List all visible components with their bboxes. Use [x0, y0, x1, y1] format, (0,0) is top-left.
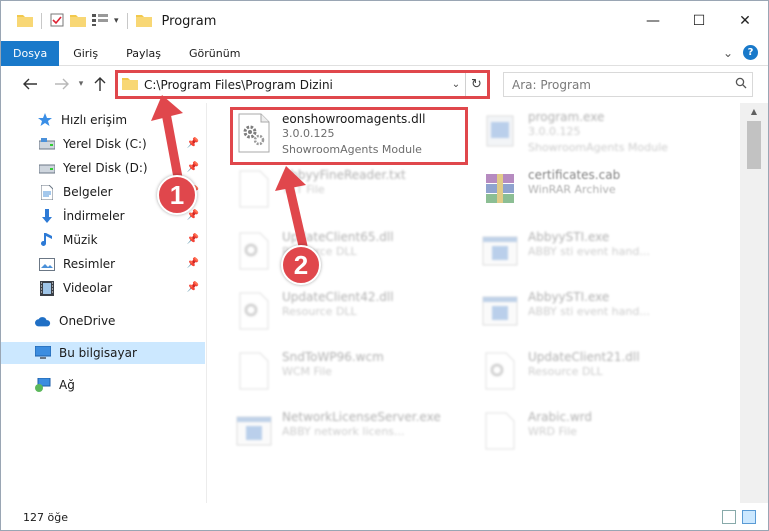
explorer-window: ▾ Program — ☐ ✕ Dosya Giriş Paylaş Görün…	[0, 0, 769, 531]
annotation-arrows	[151, 95, 308, 251]
step-callout-2: 2	[281, 245, 321, 285]
step-callout-1: 1	[157, 175, 197, 215]
